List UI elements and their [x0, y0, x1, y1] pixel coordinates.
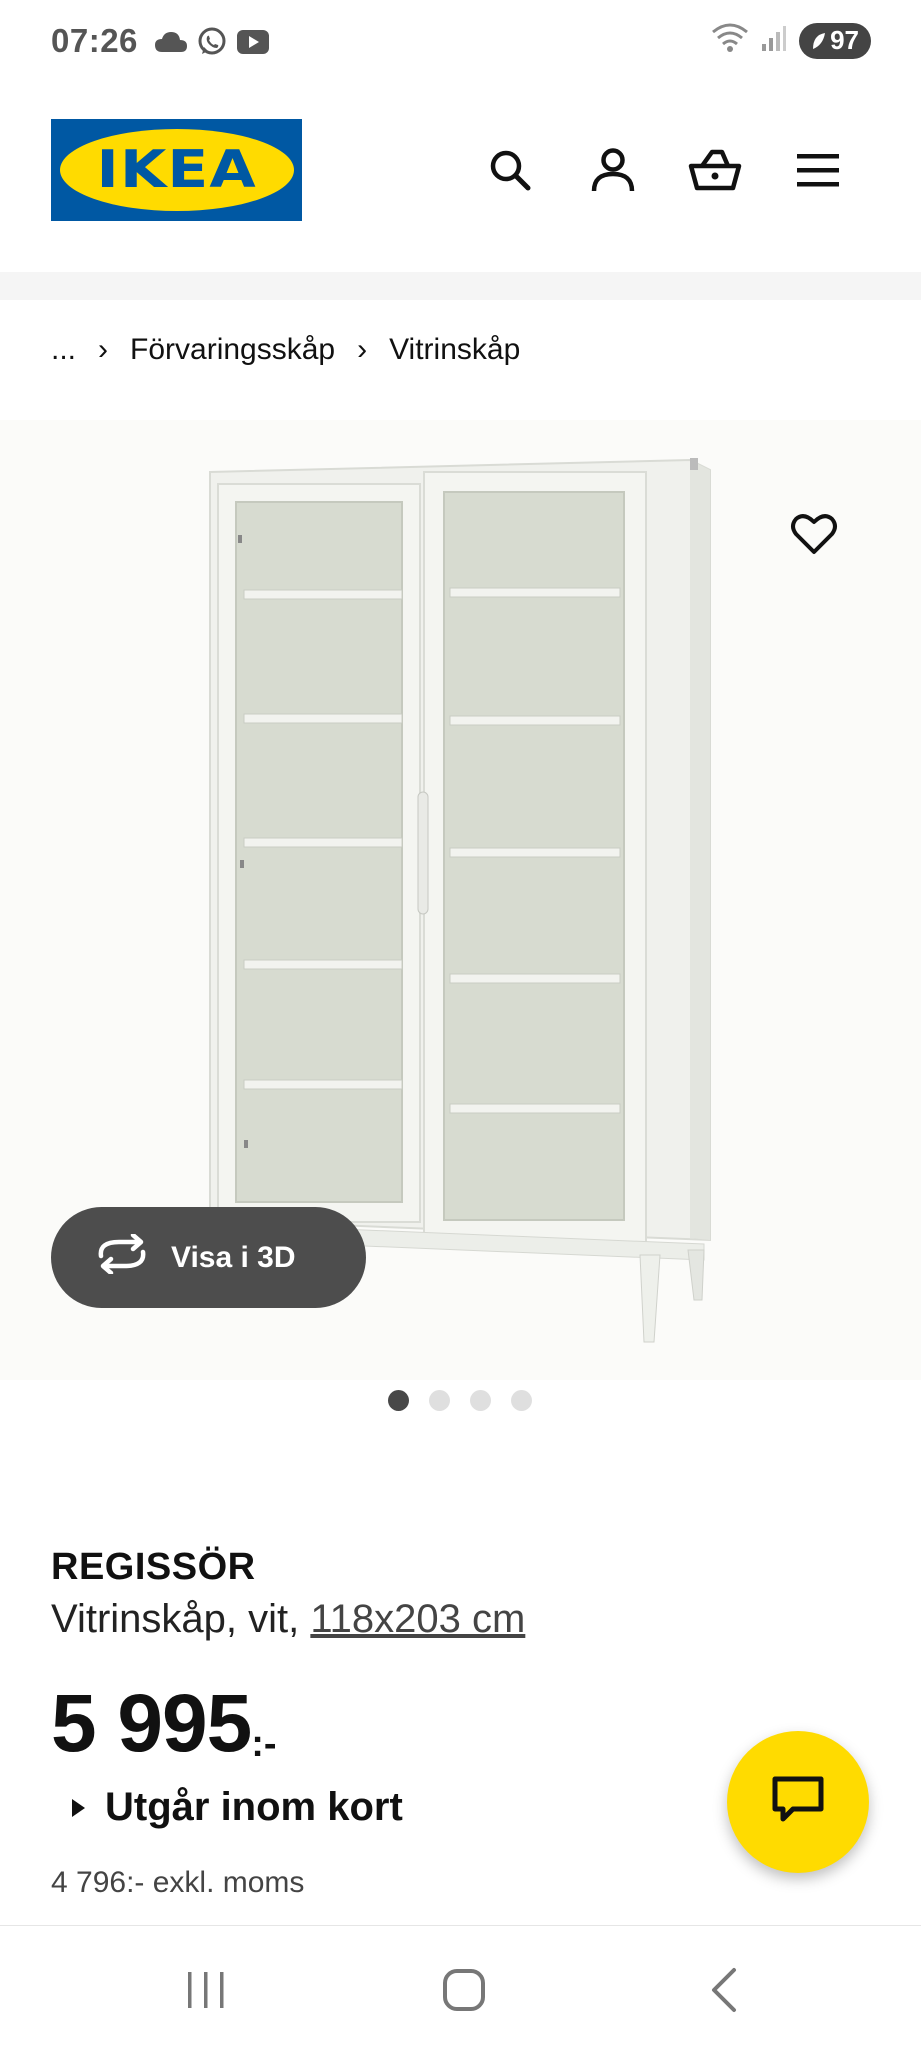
system-nav-bar [0, 1925, 921, 2048]
heart-icon[interactable] [790, 512, 846, 568]
status-bar: 07:26 97 [0, 0, 921, 84]
menu-icon[interactable] [790, 142, 846, 198]
product-description: Vitrinskåp, vit, 118x203 cm [51, 1597, 526, 1641]
breadcrumb-ellipsis[interactable]: ... [51, 333, 76, 367]
price-suffix: :- [251, 1723, 277, 1765]
chevron-right-icon: › [357, 333, 368, 366]
carousel-dot[interactable] [470, 1390, 491, 1411]
breadcrumb-item-vitrinskap[interactable]: Vitrinskåp [389, 333, 520, 367]
rotate-3d-icon [95, 1232, 149, 1282]
product-price: 5 995 :- [51, 1683, 277, 1766]
price-excl-vat: 4 796:- exkl. moms [51, 1866, 305, 1899]
carousel-dot[interactable] [388, 1390, 409, 1411]
back-icon[interactable] [694, 1960, 754, 2020]
cloud-icon [154, 30, 188, 59]
availability-notice[interactable]: Utgår inom kort [72, 1785, 403, 1830]
youtube-icon [236, 29, 270, 60]
header-divider [0, 272, 921, 300]
carousel-dot[interactable] [511, 1390, 532, 1411]
caret-right-icon [72, 1798, 85, 1817]
price-value: 5 995 [51, 1678, 252, 1769]
view-in-3d-label: Visa i 3D [171, 1240, 296, 1274]
home-icon[interactable] [434, 1960, 494, 2020]
search-icon[interactable] [482, 142, 538, 198]
chat-button[interactable] [727, 1731, 869, 1873]
view-in-3d-button[interactable]: Visa i 3D [51, 1207, 366, 1308]
logo-text: IKEA [96, 140, 257, 200]
basket-icon[interactable] [687, 142, 743, 198]
breadcrumb: ... › Förvaringsskåp › Vitrinskåp [51, 333, 520, 367]
product-size-link[interactable]: 118x203 cm [310, 1597, 525, 1641]
signal-icon [761, 24, 787, 57]
product-name: REGISSÖR [51, 1546, 256, 1588]
recent-apps-icon[interactable] [176, 1960, 236, 2020]
wifi-icon [711, 22, 749, 59]
carousel-indicator [388, 1390, 532, 1411]
chevron-right-icon: › [98, 333, 109, 366]
chat-icon [771, 1775, 825, 1830]
breadcrumb-item-forvaringsskap[interactable]: Förvaringsskåp [130, 333, 335, 367]
carousel-dot[interactable] [429, 1390, 450, 1411]
user-icon[interactable] [585, 142, 641, 198]
site-header: IKEA [0, 84, 921, 272]
status-time: 07:26 [51, 22, 138, 59]
ikea-logo[interactable]: IKEA [51, 119, 302, 221]
availability-notice-text: Utgår inom kort [105, 1785, 403, 1829]
whatsapp-icon [196, 26, 228, 63]
battery-indicator: 97 [799, 22, 871, 59]
